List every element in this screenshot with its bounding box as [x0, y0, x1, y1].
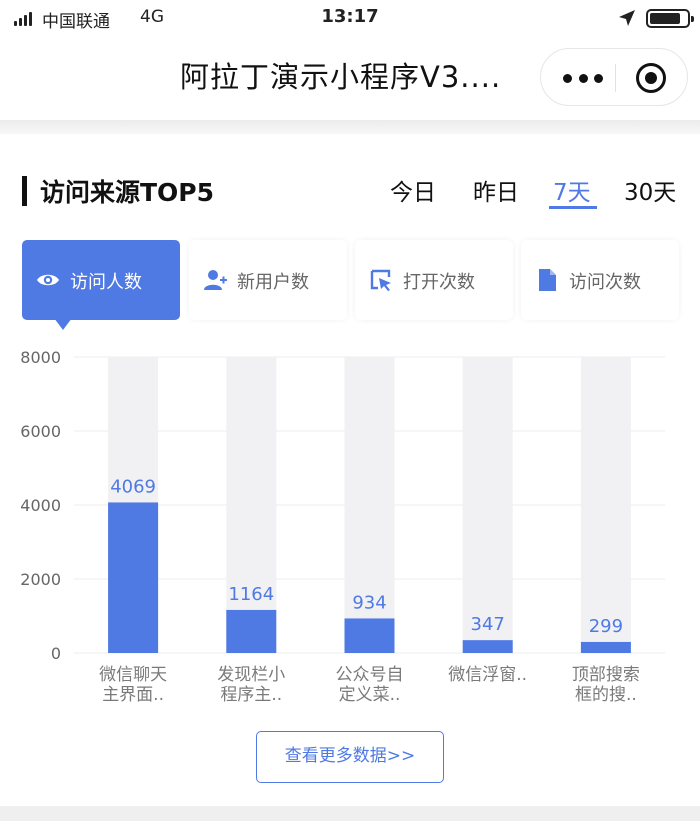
tab-7-days[interactable]: 7天 — [553, 173, 591, 207]
y-tick-label: 2000 — [20, 570, 61, 589]
active-tab-indicator — [549, 206, 597, 209]
bar-value-label: 934 — [352, 592, 386, 613]
tab-30-days[interactable]: 30天 — [624, 173, 676, 207]
section-title: 访问来源TOP5 — [40, 178, 215, 207]
x-category-label: 顶部搜索 框的搜.. — [551, 665, 661, 705]
chart-canvas: 0 2000 4000 6000 8000 4069 1164 934 347 299 — [20, 348, 665, 663]
tab-today[interactable]: 今日 — [390, 173, 436, 207]
eye-icon — [37, 274, 59, 286]
more-options-button[interactable] — [563, 74, 603, 84]
mini-program-capsule — [540, 48, 688, 106]
bar-value-label: 1164 — [228, 584, 274, 605]
location-icon — [619, 10, 635, 26]
x-category-label: 公众号自 定义菜.. — [315, 665, 425, 705]
x-category-label-line: 定义菜.. — [338, 685, 401, 705]
dot-icon — [578, 74, 588, 83]
metric-label: 新用户数 — [237, 272, 309, 293]
bar[interactable] — [226, 609, 277, 653]
y-tick-label: 6000 — [20, 422, 61, 441]
bar[interactable] — [108, 502, 159, 653]
signal-icon — [14, 10, 36, 26]
y-tick-label: 8000 — [20, 348, 61, 367]
bar-value-label: 347 — [471, 614, 505, 635]
bar[interactable] — [462, 640, 513, 653]
carrier-name: 中国联通 — [42, 12, 110, 32]
bar[interactable] — [580, 641, 631, 653]
capsule-divider — [615, 64, 616, 92]
x-category-label: 微信聊天 主界面.. — [78, 665, 188, 705]
bar-chart: 0 2000 4000 6000 8000 4069 1164 934 347 299 微信聊天主… — [0, 340, 700, 720]
tab-yesterday[interactable]: 昨日 — [473, 173, 519, 207]
x-category-label: 微信浮窗.. — [433, 665, 543, 685]
metric-card-new-users[interactable]: 新用户数 — [189, 240, 347, 320]
bar-track — [462, 357, 513, 653]
battery-icon — [646, 9, 694, 28]
add-user-icon — [204, 270, 227, 290]
bar-value-label: 4069 — [110, 476, 156, 497]
bar-track — [226, 357, 277, 653]
x-category-label-line: 框的搜.. — [574, 685, 637, 705]
bar[interactable] — [344, 618, 395, 653]
metric-card-visitors[interactable]: 访问人数 — [22, 240, 180, 320]
x-category-label-line: 微信聊天 — [99, 665, 168, 685]
x-category-label-line: 公众号自 — [335, 665, 404, 685]
metric-label: 访问次数 — [569, 272, 641, 293]
nav-bar: 阿拉丁演示小程序V3.... — [0, 38, 700, 120]
metric-label: 打开次数 — [403, 272, 475, 293]
x-category-label: 发现栏小 程序主.. — [196, 665, 306, 705]
y-tick-label: 4000 — [20, 496, 61, 515]
active-card-pointer — [54, 318, 72, 330]
view-more-data-button[interactable]: 查看更多数据>> — [256, 731, 444, 783]
metric-label: 访问人数 — [70, 272, 142, 293]
x-category-label-line: 程序主.. — [220, 685, 283, 705]
status-bar: 中国联通 4G 13:17 — [0, 0, 700, 38]
y-tick-label: 0 — [51, 644, 61, 663]
close-mini-program-button[interactable] — [636, 63, 666, 93]
dot-icon — [594, 74, 603, 83]
network-type: 4G — [140, 7, 164, 27]
bar-value-label: 299 — [589, 616, 623, 637]
bar-track — [580, 357, 631, 653]
cursor-icon — [370, 269, 391, 291]
page-title: 阿拉丁演示小程序V3.... — [180, 60, 502, 94]
dot-icon — [563, 74, 572, 83]
x-category-label-line: 顶部搜索 — [571, 665, 640, 685]
document-icon — [539, 269, 556, 291]
bottom-divider — [0, 806, 700, 821]
section-marker — [22, 176, 27, 206]
x-category-label-line: 主界面.. — [102, 685, 164, 705]
metric-card-opens[interactable]: 打开次数 — [355, 240, 513, 320]
x-category-label-line: 微信浮窗.. — [448, 665, 528, 685]
x-category-label-line: 发现栏小 — [217, 665, 286, 685]
nav-divider — [0, 120, 700, 134]
metric-card-visits[interactable]: 访问次数 — [521, 240, 679, 320]
